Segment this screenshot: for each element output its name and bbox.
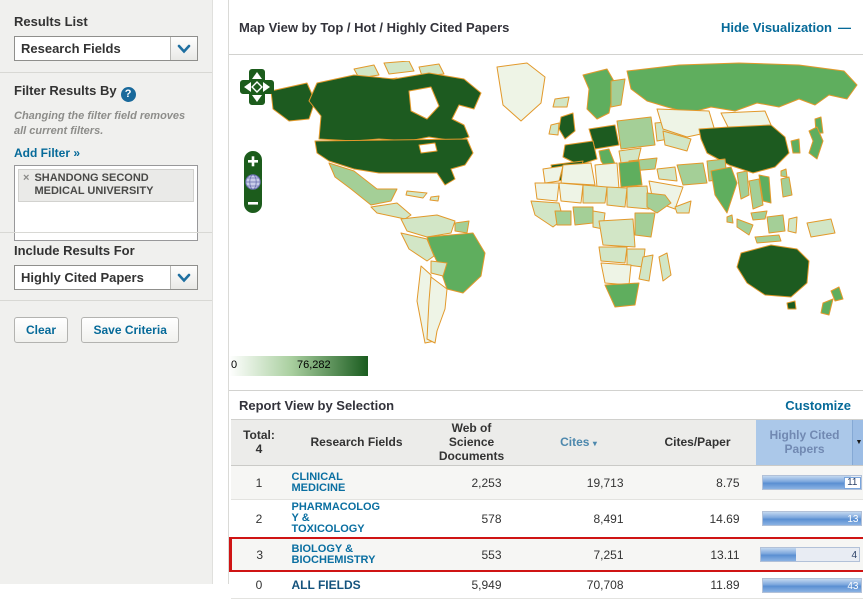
scale-max-label: 76,282: [297, 359, 331, 371]
cites-per-paper-cell: 11.89: [640, 571, 756, 598]
include-results-section: Include Results For Highly Cited Papers: [0, 232, 212, 300]
include-results-label: Include Results For: [14, 243, 198, 258]
minus-icon: —: [838, 20, 851, 35]
clear-button[interactable]: Clear: [14, 317, 68, 343]
chevron-down-icon[interactable]: [170, 266, 197, 289]
report-view-title: Report View by Selection: [239, 398, 394, 413]
hcp-bar: 43: [762, 578, 862, 593]
cites-cell: 70,708: [518, 571, 640, 598]
field-link[interactable]: CLINICAL MEDICINE: [292, 472, 346, 494]
sort-down-icon: ▾: [593, 439, 597, 448]
cites-per-paper-cell: 8.75: [640, 466, 756, 500]
map-zoom-control[interactable]: [243, 150, 263, 214]
report-table: Total: 4 Research Fields Web of Science …: [229, 419, 863, 599]
filter-results-section: Filter Results By? Changing the filter f…: [0, 72, 212, 232]
report-view-header: Report View by Selection Customize: [229, 391, 863, 419]
rank-cell: 0: [231, 571, 288, 598]
documents-header: Web of Science Documents: [426, 420, 518, 466]
docs-cell: 553: [426, 538, 518, 571]
rank-cell: 2: [231, 500, 288, 539]
add-filter-link[interactable]: Add Filter »: [14, 146, 80, 160]
filter-results-title: Filter Results By?: [14, 83, 198, 102]
cites-cell: 7,251: [518, 538, 640, 571]
total-header: Total: 4: [231, 420, 288, 466]
scale-min-label: 0: [231, 359, 237, 371]
cites-sort-link[interactable]: Cites ▾: [560, 435, 597, 449]
field-link[interactable]: PHARMACOLOG Y & TOXICOLOGY: [292, 502, 381, 535]
globe-icon: [246, 175, 260, 189]
hcp-bar-value: 11: [844, 477, 860, 489]
choropleth-color-scale: 0 76,282: [229, 356, 368, 376]
highly-cited-papers-header[interactable]: Highly Cited Papers▼: [756, 420, 863, 466]
save-criteria-button[interactable]: Save Criteria: [81, 317, 178, 343]
main-panel: Map View by Top / Hot / Highly Cited Pap…: [228, 0, 863, 584]
cites-cell: 19,713: [518, 466, 640, 500]
all-fields-link[interactable]: ALL FIELDS: [292, 580, 361, 591]
cites-per-paper-cell: 14.69: [640, 500, 756, 539]
docs-cell: 578: [426, 500, 518, 539]
remove-filter-icon[interactable]: ×: [23, 172, 29, 200]
filter-chip[interactable]: × SHANDONG SECOND MEDICAL UNIVERSITY: [18, 169, 194, 203]
table-header-row: Total: 4 Research Fields Web of Science …: [231, 420, 863, 466]
map-view-title: Map View by Top / Hot / Highly Cited Pap…: [239, 20, 509, 35]
filter-chip-label: SHANDONG SECOND MEDICAL UNIVERSITY: [34, 172, 189, 200]
cites-header: Cites ▾: [518, 420, 640, 466]
help-icon[interactable]: ?: [121, 87, 136, 102]
chevron-down-icon[interactable]: [170, 37, 197, 60]
cites-per-paper-cell: 13.11: [640, 538, 756, 571]
active-filters-box: × SHANDONG SECOND MEDICAL UNIVERSITY: [14, 165, 198, 241]
results-list-section: Results List Research Fields: [0, 0, 212, 72]
results-list-label: Results List: [14, 14, 198, 29]
include-results-dropdown[interactable]: Highly Cited Papers: [14, 265, 198, 290]
table-row: 1 CLINICAL MEDICINE 2,253 19,713 8.75 11: [231, 466, 863, 500]
hcp-bar-value: 43: [847, 580, 858, 593]
world-map-visualization: 0 76,282: [229, 55, 863, 391]
hide-visualization-link[interactable]: Hide Visualization—: [721, 20, 851, 35]
results-list-selected: Research Fields: [15, 37, 170, 60]
zoom-out-icon: [248, 202, 258, 205]
hcp-bar: 13: [762, 511, 862, 526]
column-dropdown-icon[interactable]: ▼: [852, 420, 863, 465]
cites-cell: 8,491: [518, 500, 640, 539]
hcp-bar-value: 13: [847, 513, 858, 526]
highlighted-table-row: 3 BIOLOGY & BIOCHEMISTRY 553 7,251 13.11…: [231, 538, 863, 571]
map-view-header: Map View by Top / Hot / Highly Cited Pap…: [229, 0, 863, 55]
rank-cell: 1: [231, 466, 288, 500]
map-pan-control[interactable]: [237, 66, 277, 108]
table-row: 2 PHARMACOLOG Y & TOXICOLOGY 578 8,491 1…: [231, 500, 863, 539]
criteria-buttons-section: Clear Save Criteria: [0, 300, 212, 584]
customize-link[interactable]: Customize: [785, 398, 851, 413]
filter-note: Changing the filter field removes all cu…: [14, 109, 198, 139]
hcp-bar: 4: [760, 547, 860, 562]
all-fields-row: 0 ALL FIELDS 5,949 70,708 11.89 43: [231, 571, 863, 598]
hcp-bar: 11: [762, 475, 862, 490]
docs-cell: 2,253: [426, 466, 518, 500]
cites-per-paper-header: Cites/Paper: [640, 420, 756, 466]
hcp-bar-value: 4: [851, 549, 857, 562]
research-fields-header: Research Fields: [288, 420, 426, 466]
field-link[interactable]: BIOLOGY & BIOCHEMISTRY: [292, 544, 376, 566]
rank-cell: 3: [231, 538, 288, 571]
filter-sidebar: Results List Research Fields Filter Resu…: [0, 0, 213, 584]
results-list-dropdown[interactable]: Research Fields: [14, 36, 198, 61]
include-results-selected: Highly Cited Papers: [15, 266, 170, 289]
docs-cell: 5,949: [426, 571, 518, 598]
choropleth-world-map[interactable]: [259, 61, 863, 351]
